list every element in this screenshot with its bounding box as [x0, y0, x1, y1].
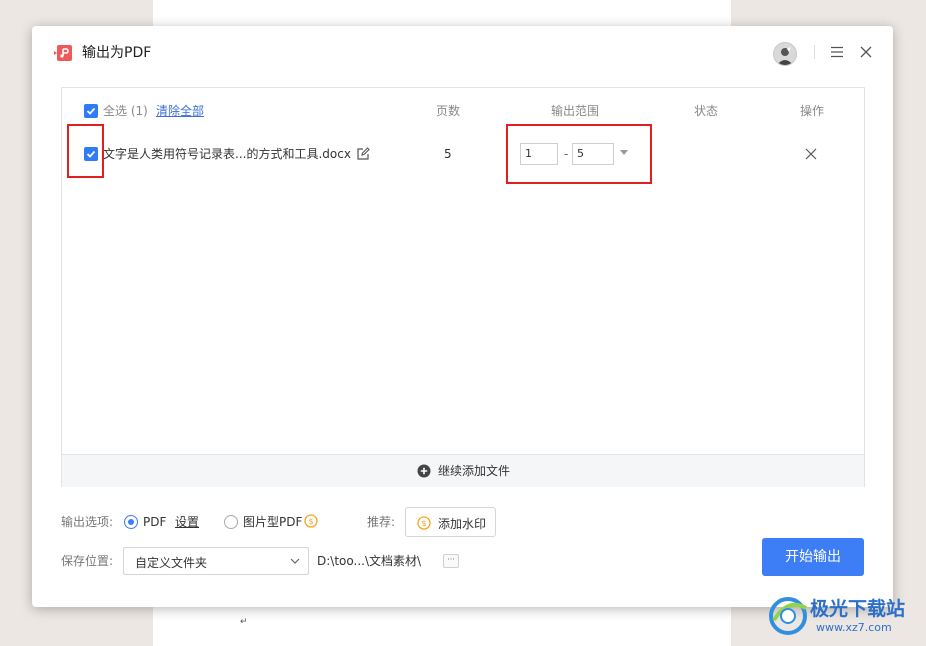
- plus-circle-icon: [417, 464, 431, 478]
- menu-icon[interactable]: [829, 44, 845, 60]
- start-export-button[interactable]: 开始输出: [762, 538, 864, 576]
- avatar-icon: [777, 47, 793, 65]
- row-checkbox[interactable]: [84, 147, 98, 161]
- close-icon[interactable]: [858, 44, 874, 60]
- add-watermark-button[interactable]: $ 添加水印: [405, 507, 496, 537]
- range-to-input[interactable]: 5: [572, 143, 614, 165]
- file-table: 全选 (1) 清除全部 页数 输出范围 状态 操作 文字是人类用符号记录表...…: [61, 87, 865, 487]
- add-files-bar[interactable]: 继续添加文件: [62, 454, 864, 487]
- output-options-label: 输出选项:: [61, 515, 114, 529]
- radio-dot: [128, 519, 134, 525]
- edit-icon[interactable]: [356, 147, 370, 161]
- settings-link[interactable]: 设置: [175, 515, 199, 529]
- header-range: 输出范围: [551, 104, 600, 118]
- pdf-radio[interactable]: [124, 515, 138, 529]
- header-action: 操作: [800, 104, 825, 118]
- table-header: 全选 (1) 清除全部 页数 输出范围 状态 操作: [62, 88, 864, 134]
- remove-file-icon[interactable]: [805, 148, 817, 160]
- range-dropdown-icon[interactable]: [620, 150, 628, 155]
- image-pdf-label: 图片型PDF: [243, 515, 303, 529]
- check-icon: [86, 107, 96, 115]
- header-pages: 页数: [436, 104, 461, 118]
- select-all-label: 全选 (1): [103, 104, 148, 118]
- recommend-label: 推荐:: [367, 515, 396, 529]
- select-all-checkbox[interactable]: [84, 104, 98, 118]
- pdf-app-logo-icon: [54, 45, 72, 61]
- paragraph-mark: ↵: [240, 617, 248, 627]
- add-more-label: 继续添加文件: [438, 464, 511, 478]
- browse-folder-button[interactable]: ···: [443, 554, 459, 568]
- clear-all-link[interactable]: 清除全部: [156, 104, 204, 118]
- watermark-name: 极光下载站: [810, 598, 906, 620]
- save-path: D:\too...\文档素材\: [317, 554, 422, 568]
- watermark-label: 添加水印: [438, 517, 487, 531]
- image-pdf-radio[interactable]: [224, 515, 238, 529]
- range-from-input[interactable]: 1: [520, 143, 558, 165]
- save-location-label: 保存位置:: [61, 554, 114, 568]
- file-name: 文字是人类用符号记录表...的方式和工具.docx: [103, 147, 351, 161]
- header-status: 状态: [694, 104, 719, 118]
- export-pdf-dialog: 输出为PDF 全选 (1) 清除全部 页数 输出范围 状态 操作 文字是人类用符…: [32, 26, 893, 607]
- premium-coin-icon: $: [417, 516, 431, 530]
- svg-text:$: $: [421, 519, 426, 528]
- range-dash: -: [564, 147, 569, 161]
- titlebar-divider: [814, 45, 815, 59]
- svg-text:$: $: [308, 517, 313, 526]
- premium-coin-icon: $: [304, 514, 318, 528]
- dialog-title: 输出为PDF: [82, 45, 152, 61]
- pdf-option-label: PDF: [143, 515, 167, 529]
- save-location-value: 自定义文件夹: [135, 556, 208, 570]
- chevron-down-icon: [290, 558, 300, 564]
- page-count: 5: [444, 147, 452, 161]
- watermark-url: www.xz7.com: [816, 621, 892, 634]
- dialog-titlebar: 输出为PDF: [32, 26, 893, 76]
- site-watermark-logo: 极光下载站 www.xz7.com: [766, 588, 921, 640]
- table-row: 文字是人类用符号记录表...的方式和工具.docx 5 1 - 5: [62, 138, 864, 170]
- check-icon: [86, 150, 96, 158]
- save-location-select[interactable]: 自定义文件夹: [123, 547, 309, 575]
- user-avatar[interactable]: [773, 42, 797, 66]
